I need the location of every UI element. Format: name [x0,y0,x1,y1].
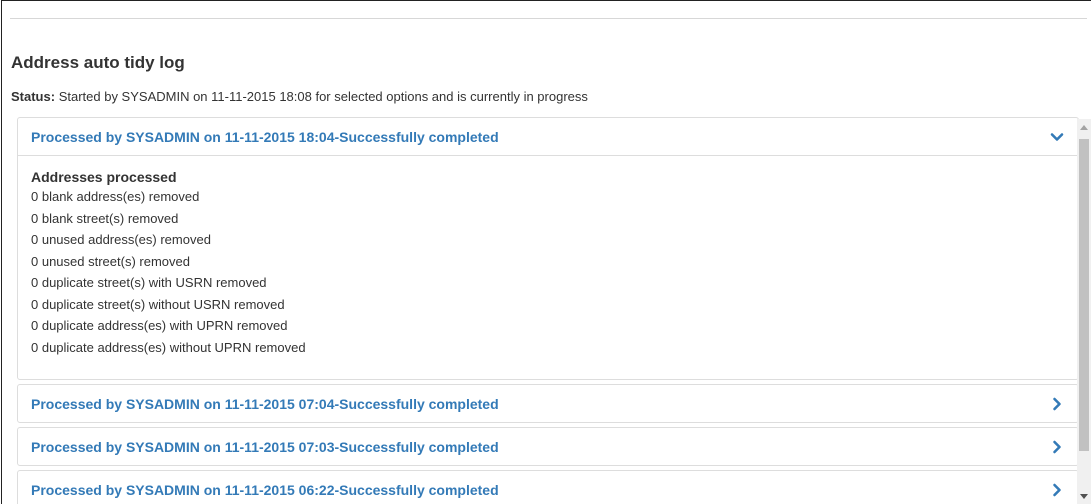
log-panel-body: Addresses processed 0 blank address(es) … [18,155,1078,379]
log-line: 0 duplicate street(s) with USRN removed [31,275,267,290]
log-line: 0 unused address(es) removed [31,232,211,247]
chevron-right-icon[interactable] [1049,396,1065,412]
log-panel-list: Processed by SYSADMIN on 11-11-2015 18:0… [17,117,1079,504]
log-line: 0 blank address(es) removed [31,189,200,204]
log-panel: Processed by SYSADMIN on 11-11-2015 18:0… [17,117,1079,380]
log-frame: Address auto tidy log Status: Started by… [1,0,1091,504]
scrollbar-thumb[interactable] [1079,139,1089,451]
log-line: 0 unused street(s) removed [31,253,190,269]
status-label: Status: [11,89,56,104]
body-title: Addresses processed [31,169,177,185]
log-panel-title[interactable]: Processed by SYSADMIN on 11-11-2015 07:0… [31,439,1049,455]
chevron-right-icon[interactable] [1049,482,1065,498]
page-title: Address auto tidy log [11,53,185,72]
divider [10,18,1087,19]
vertical-scrollbar[interactable] [1077,119,1091,504]
log-panel-header[interactable]: Processed by SYSADMIN on 11-11-2015 07:0… [18,385,1078,422]
status-line: Status: Started by SYSADMIN on 11-11-201… [11,89,588,104]
log-panel-title[interactable]: Processed by SYSADMIN on 11-11-2015 18:0… [31,129,1049,145]
chevron-down-icon[interactable] [1049,129,1065,145]
scroll-down-arrow-icon[interactable] [1077,489,1091,504]
log-line: 0 duplicate street(s) without USRN remov… [31,296,285,312]
log-panel-header[interactable]: Processed by SYSADMIN on 11-11-2015 18:0… [18,118,1078,155]
log-panel: Processed by SYSADMIN on 11-11-2015 07:0… [17,427,1079,466]
log-line: 0 duplicate address(es) without UPRN rem… [31,339,306,355]
log-panel-title[interactable]: Processed by SYSADMIN on 11-11-2015 06:2… [31,482,1049,498]
log-line: 0 blank street(s) removed [31,210,179,226]
log-line: 0 duplicate address(es) with UPRN remove… [31,318,288,333]
log-panel-title[interactable]: Processed by SYSADMIN on 11-11-2015 07:0… [31,396,1049,412]
log-panel: Processed by SYSADMIN on 11-11-2015 07:0… [17,384,1079,423]
chevron-right-icon[interactable] [1049,439,1065,455]
log-panel-header[interactable]: Processed by SYSADMIN on 11-11-2015 07:0… [18,428,1078,465]
log-panel: Processed by SYSADMIN on 11-11-2015 06:2… [17,470,1079,504]
status-text: Started by SYSADMIN on 11-11-2015 18:08 … [58,89,588,104]
scroll-up-arrow-icon[interactable] [1077,119,1091,135]
log-panel-header[interactable]: Processed by SYSADMIN on 11-11-2015 06:2… [18,471,1078,504]
